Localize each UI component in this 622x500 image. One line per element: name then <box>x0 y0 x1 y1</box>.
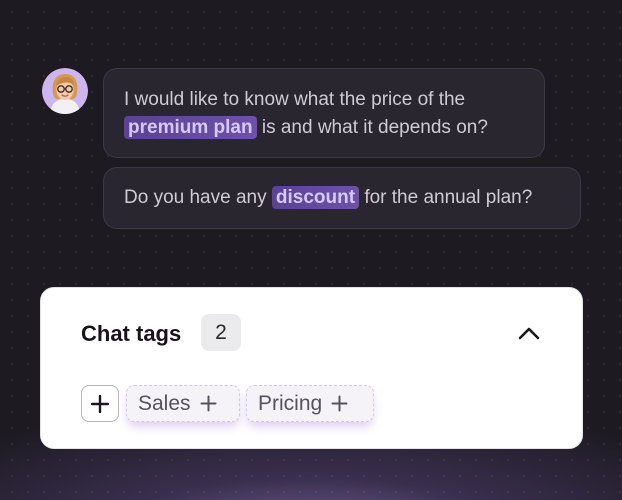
chat-tags-panel: Chat tags 2 Sales Pricing <box>40 287 583 449</box>
message-highlight: discount <box>271 186 360 209</box>
chat-message: I would like to know what the price of t… <box>103 68 545 158</box>
message-text: for the annual plan? <box>359 187 533 208</box>
message-text: is and what it depends on? <box>256 117 488 138</box>
tag-label: Sales <box>138 391 191 415</box>
avatar <box>42 68 88 114</box>
add-tag-button[interactable] <box>81 385 119 422</box>
chevron-up-icon <box>518 327 540 340</box>
panel-title: Chat tags <box>81 321 182 346</box>
plus-icon[interactable] <box>331 395 348 412</box>
tag-label: Pricing <box>258 391 323 415</box>
tag-count-badge: 2 <box>201 314 241 351</box>
collapse-button[interactable] <box>516 320 542 346</box>
tag-chip-pricing[interactable]: Pricing <box>246 385 374 422</box>
message-text: Do you have any <box>124 187 272 208</box>
plus-icon[interactable] <box>200 395 217 412</box>
tag-chip-sales[interactable]: Sales <box>126 385 240 422</box>
message-highlight: premium plan <box>124 116 257 139</box>
chat-message: Do you have any discount for the annual … <box>103 167 581 229</box>
message-text: I would like to know what the price of t… <box>124 89 466 110</box>
plus-icon <box>90 394 110 413</box>
user-avatar-icon <box>42 68 88 114</box>
